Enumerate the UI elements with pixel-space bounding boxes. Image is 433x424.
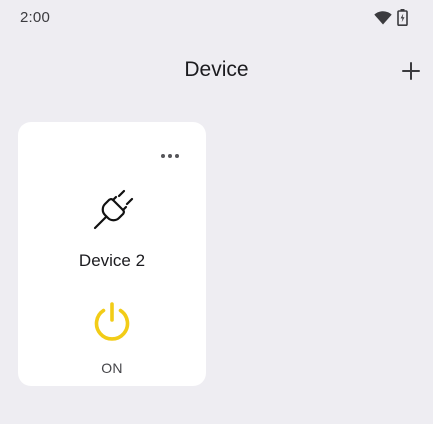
more-horizontal-icon (161, 154, 179, 158)
plug-icon (93, 189, 134, 230)
device-name: Device 2 (78, 251, 146, 270)
plus-icon (402, 62, 420, 80)
battery-charging-icon (397, 9, 408, 26)
power-icon (94, 302, 130, 341)
status-bar: 2:00 (0, 0, 433, 36)
status-time: 2:00 (20, 9, 50, 26)
page-title: Device (184, 58, 249, 81)
more-options-button[interactable] (159, 149, 181, 163)
power-toggle-button[interactable] (90, 300, 134, 344)
power-status-label: ON (101, 360, 123, 376)
wifi-icon (374, 11, 392, 25)
device-card[interactable]: Device 2 ON (18, 122, 206, 386)
add-button[interactable] (398, 58, 424, 84)
